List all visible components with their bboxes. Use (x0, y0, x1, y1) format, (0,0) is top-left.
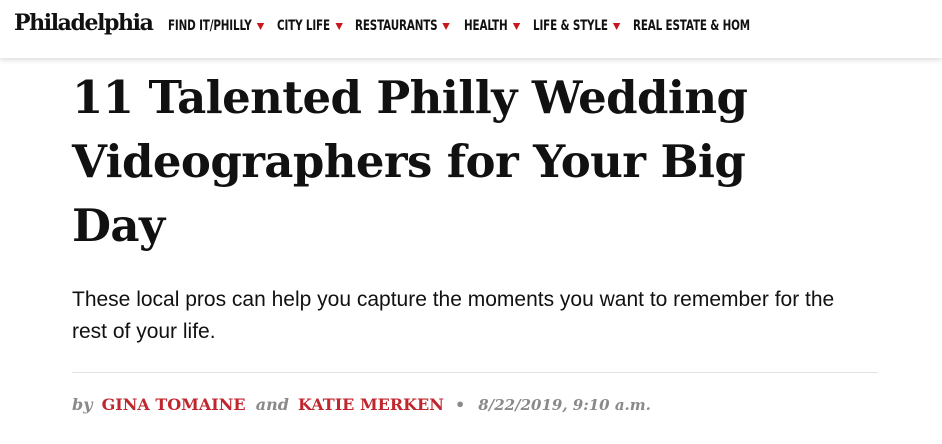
caret-down-icon (442, 22, 451, 30)
nav-item-label: LIFE & STYLE (532, 18, 608, 34)
nav-item-label: RESTAURANTS (355, 18, 438, 34)
author-link-katie-merken[interactable]: KATIE MERKEN (298, 395, 444, 414)
author-link-gina-tomaine[interactable]: GINA TOMAINE (102, 395, 246, 414)
nav-item-label: HEALTH (463, 18, 508, 34)
caret-down-icon (512, 22, 520, 30)
nav-item-restaurants[interactable]: RESTAURANTS (355, 15, 451, 37)
article-headline: 11 Talented Philly Wedding Videographers… (72, 71, 748, 252)
nav-item-label: FIND IT/PHILLY (168, 18, 252, 34)
caret-down-icon (335, 22, 343, 30)
nav-item-city-life[interactable]: CITY LIFE (277, 15, 343, 37)
article-dek: These local pros can help you capture th… (72, 288, 835, 343)
divider (72, 372, 878, 373)
caret-down-icon (256, 22, 265, 30)
byline-by: by (72, 395, 93, 414)
nav-item-real-estate-and-home[interactable]: REAL ESTATE & HOM (633, 15, 750, 37)
byline: by GINA TOMAINE and KATIE MERKEN • 8/22/… (72, 394, 651, 416)
nav-item-label: CITY LIFE (277, 18, 331, 34)
nav-item-find-it-philly[interactable]: FIND IT/PHILLY (168, 15, 265, 37)
publish-timestamp: 8/22/2019, 9:10 a.m. (478, 396, 651, 414)
caret-down-icon (612, 22, 621, 30)
site-logo[interactable]: Philadelphia (14, 10, 154, 36)
top-nav-bar: Philadelphia FIND IT/PHILLY CITY LIFE RE… (0, 0, 942, 58)
nav-item-label: REAL ESTATE & HOM (633, 18, 751, 34)
byline-separator: • (454, 395, 466, 414)
nav-item-health[interactable]: HEALTH (464, 15, 520, 37)
byline-and: and (255, 395, 289, 414)
nav-item-life-and-style[interactable]: LIFE & STYLE (532, 15, 621, 37)
main-nav: FIND IT/PHILLY CITY LIFE RESTAURANTS HEA… (168, 15, 763, 37)
